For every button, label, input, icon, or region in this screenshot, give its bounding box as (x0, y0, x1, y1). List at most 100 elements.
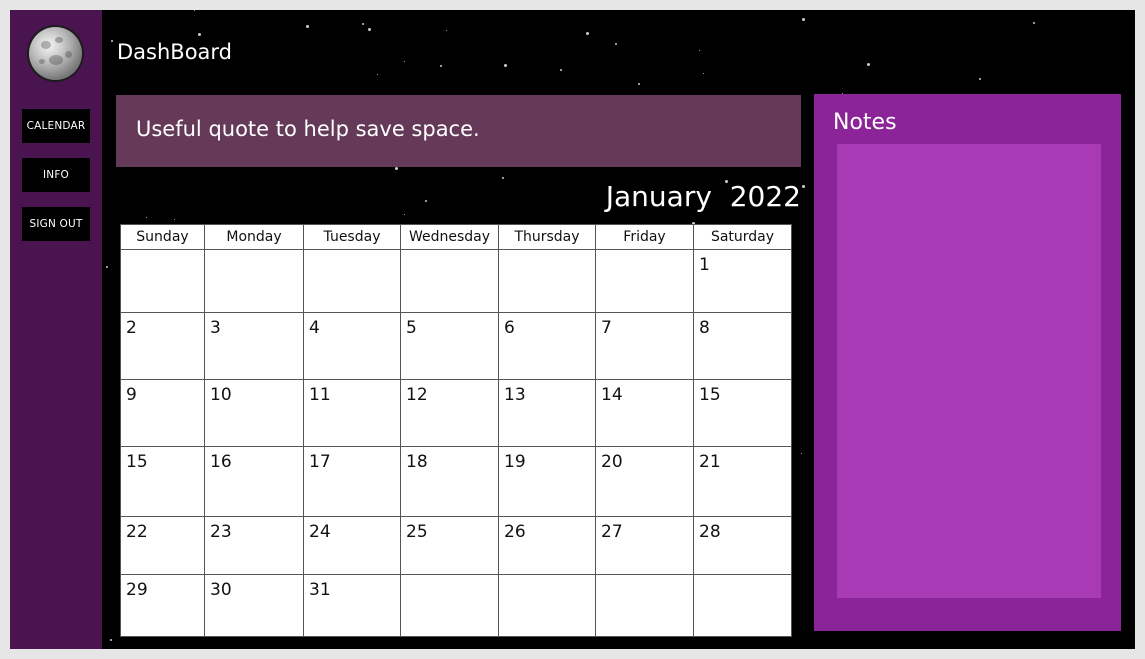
star-dot (194, 10, 195, 11)
star-dot (368, 28, 371, 31)
calendar-year: 2022 (729, 180, 801, 213)
calendar-button[interactable]: CALENDAR (22, 109, 90, 143)
calendar-day-cell[interactable]: 7 (595, 312, 694, 380)
star-dot (106, 266, 108, 268)
calendar-day-cell[interactable]: 21 (693, 446, 792, 517)
calendar-day-cell[interactable]: 16 (204, 446, 304, 517)
star-dot (867, 63, 870, 66)
star-dot (111, 40, 113, 42)
calendar-day-cell[interactable]: 15 (693, 379, 792, 447)
notes-title: Notes (833, 110, 897, 135)
calendar-day-cell[interactable]: 6 (498, 312, 596, 380)
star-dot (404, 214, 405, 215)
calendar-week-row: 2 3 4 5 6 7 8 (120, 312, 792, 380)
quote-banner: Useful quote to help save space. (116, 95, 801, 167)
calendar-day-cell[interactable] (204, 249, 304, 313)
sidebar: CALENDAR INFO SIGN OUT (10, 10, 102, 649)
calendar-day-cell[interactable]: 30 (204, 574, 304, 637)
calendar-day-cell[interactable]: 10 (204, 379, 304, 447)
weekday-header: Saturday (693, 224, 792, 250)
calendar-week-row: 9 10 11 12 13 14 15 (120, 379, 792, 447)
calendar-month: January (605, 180, 712, 213)
calendar-day-cell[interactable]: 13 (498, 379, 596, 447)
calendar-day-cell[interactable] (303, 249, 401, 313)
calendar-day-cell[interactable]: 24 (303, 516, 401, 575)
calendar-month-year: January 2022 (606, 180, 801, 213)
calendar-day-cell[interactable]: 29 (120, 574, 205, 637)
page-title: DashBoard (117, 40, 233, 64)
calendar-grid: Sunday Monday Tuesday Wednesday Thursday… (120, 224, 792, 637)
calendar-day-cell[interactable] (595, 249, 694, 313)
star-dot (362, 23, 364, 25)
weekday-header: Thursday (498, 224, 596, 250)
calendar-day-cell[interactable]: 12 (400, 379, 499, 447)
calendar-day-cell[interactable]: 19 (498, 446, 596, 517)
calendar-day-cell[interactable] (498, 574, 596, 637)
weekday-header: Sunday (120, 224, 205, 250)
weekday-header: Tuesday (303, 224, 401, 250)
weekday-header: Monday (204, 224, 304, 250)
calendar-day-cell[interactable]: 17 (303, 446, 401, 517)
star-dot (638, 83, 640, 85)
star-dot (174, 219, 175, 220)
star-dot (404, 61, 405, 62)
calendar-day-cell[interactable]: 18 (400, 446, 499, 517)
calendar-day-cell[interactable]: 22 (120, 516, 205, 575)
calendar-day-cell[interactable]: 8 (693, 312, 792, 380)
weekday-header: Friday (595, 224, 694, 250)
app-window: CALENDAR INFO SIGN OUT DashBoard Useful … (10, 10, 1135, 649)
calendar-day-cell[interactable]: 31 (303, 574, 401, 637)
star-dot (502, 177, 504, 179)
star-dot (979, 78, 981, 80)
calendar-day-cell[interactable]: 20 (595, 446, 694, 517)
calendar-day-cell[interactable]: 14 (595, 379, 694, 447)
calendar-day-cell[interactable]: 5 (400, 312, 499, 380)
calendar-day-cell[interactable] (595, 574, 694, 637)
calendar-day-cell[interactable] (400, 249, 499, 313)
calendar-day-cell[interactable]: 1 (693, 249, 792, 313)
star-dot (395, 167, 398, 170)
calendar-day-cell[interactable]: 9 (120, 379, 205, 447)
calendar-day-cell[interactable]: 4 (303, 312, 401, 380)
calendar-day-cell[interactable] (400, 574, 499, 637)
star-dot (586, 32, 589, 35)
calendar-day-cell[interactable]: 3 (204, 312, 304, 380)
star-dot (699, 50, 700, 51)
star-dot (198, 33, 201, 36)
calendar-day-cell[interactable] (120, 249, 205, 313)
calendar-day-cell[interactable] (693, 574, 792, 637)
star-dot (1033, 22, 1035, 24)
quote-text: Useful quote to help save space. (136, 117, 480, 141)
star-dot (146, 217, 147, 218)
calendar-week-row: 15 16 17 18 19 20 21 (120, 446, 792, 517)
star-dot (425, 200, 427, 202)
star-dot (504, 64, 507, 67)
notes-panel: Notes (814, 94, 1121, 631)
sign-out-button[interactable]: SIGN OUT (22, 207, 90, 241)
calendar-day-cell[interactable]: 27 (595, 516, 694, 575)
star-dot (560, 69, 562, 71)
calendar-day-cell[interactable]: 15 (120, 446, 205, 517)
calendar-day-cell[interactable]: 28 (693, 516, 792, 575)
calendar-day-cell[interactable]: 2 (120, 312, 205, 380)
calendar-day-cell[interactable]: 26 (498, 516, 596, 575)
notes-textarea[interactable] (837, 144, 1101, 598)
calendar-day-cell[interactable]: 23 (204, 516, 304, 575)
calendar-week-row: 29 30 31 (120, 574, 792, 637)
calendar-day-cell[interactable]: 11 (303, 379, 401, 447)
star-dot (703, 73, 704, 74)
calendar-week-row: 1 (120, 249, 792, 313)
star-dot (615, 43, 617, 45)
star-dot (802, 18, 805, 21)
calendar-week-row: 22 23 24 25 26 27 28 (120, 516, 792, 575)
weekday-header-row: Sunday Monday Tuesday Wednesday Thursday… (120, 224, 792, 250)
star-dot (802, 185, 805, 188)
star-dot (306, 25, 309, 28)
star-dot (110, 639, 112, 641)
star-dot (446, 30, 447, 31)
moon-icon (29, 27, 82, 80)
star-dot (377, 74, 378, 75)
calendar-day-cell[interactable] (498, 249, 596, 313)
info-button[interactable]: INFO (22, 158, 90, 192)
calendar-day-cell[interactable]: 25 (400, 516, 499, 575)
